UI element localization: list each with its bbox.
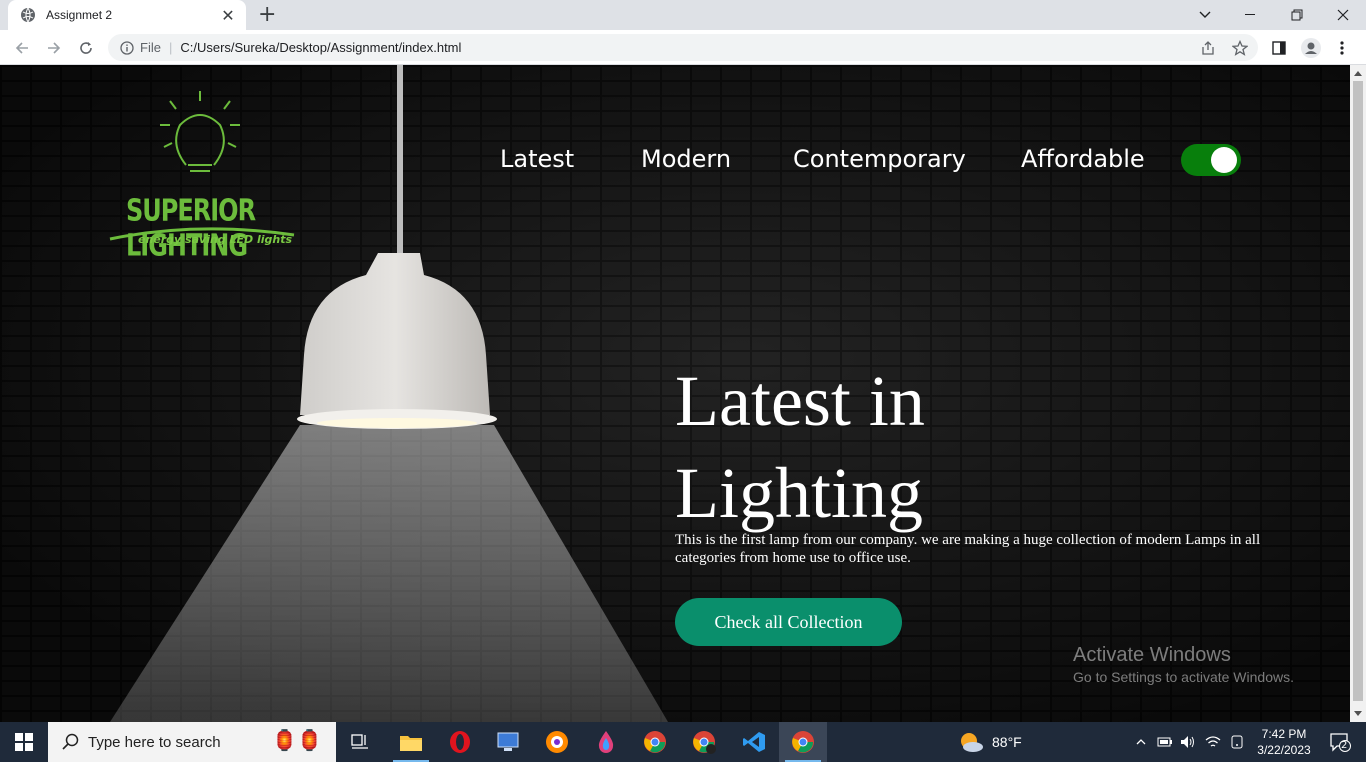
nav-link-affordable[interactable]: Affordable xyxy=(1021,145,1145,173)
battery-icon[interactable] xyxy=(1155,722,1175,762)
scroll-down-arrow-icon[interactable] xyxy=(1354,711,1362,716)
watermark-title: Activate Windows xyxy=(1073,644,1231,666)
logo-swoosh-icon xyxy=(109,227,295,241)
activate-windows-watermark: Activate Windows Go to Settings to activ… xyxy=(1073,644,1294,685)
chrome-icon[interactable] xyxy=(631,722,679,762)
address-bar[interactable]: File | C:/Users/Sureka/Desktop/Assignmen… xyxy=(108,34,1258,61)
reload-icon[interactable] xyxy=(74,36,98,60)
web-page: SUPERIOR LIGHTING energy saving LED ligh… xyxy=(0,65,1350,722)
info-icon[interactable] xyxy=(120,40,134,55)
nav-link-contemporary[interactable]: Contemporary xyxy=(793,145,966,173)
hanging-lamp-image xyxy=(110,65,668,722)
color-drop-icon[interactable] xyxy=(582,722,630,762)
browser-tab-strip: Assignmet 2 ✕ + xyxy=(0,0,1366,30)
weather-temperature: 88°F xyxy=(992,734,1022,750)
hero-description: This is the first lamp from our company.… xyxy=(675,532,1261,566)
windows-taskbar: Type here to search 🏮🏮 88°F 7:42 PM 3/22… xyxy=(0,722,1366,762)
clock-date: 3/22/2023 xyxy=(1257,743,1311,757)
show-hidden-icons-chevron-icon[interactable] xyxy=(1132,722,1150,762)
url-text[interactable]: C:/Users/Sureka/Desktop/Assignment/index… xyxy=(180,40,461,55)
watermark-subtitle: Go to Settings to activate Windows. xyxy=(1073,669,1294,685)
scroll-up-arrow-icon[interactable] xyxy=(1354,71,1362,76)
lanterns-icon: 🏮🏮 xyxy=(272,730,322,752)
tab-search-chevron-icon[interactable] xyxy=(1182,0,1228,30)
sun-cloud-icon xyxy=(961,733,983,752)
close-tab-icon[interactable]: ✕ xyxy=(220,6,236,25)
volume-icon[interactable] xyxy=(1178,722,1198,762)
clock-time: 7:42 PM xyxy=(1261,727,1307,741)
share-icon[interactable] xyxy=(1196,36,1220,60)
weather-widget[interactable]: 88°F xyxy=(958,722,1022,762)
taskbar-search-box[interactable]: Type here to search 🏮🏮 xyxy=(48,722,336,762)
site-logo[interactable]: SUPERIOR LIGHTING energy saving LED ligh… xyxy=(108,85,298,263)
search-icon xyxy=(62,733,79,750)
file-explorer-icon[interactable] xyxy=(387,722,435,762)
omnibox-separator: | xyxy=(168,40,173,55)
scheme-label: File xyxy=(140,40,161,55)
profile-avatar-icon[interactable] xyxy=(1299,36,1323,60)
hero-title-line1: Latest in xyxy=(675,361,925,441)
forward-arrow-icon[interactable] xyxy=(42,36,66,60)
notifications-icon[interactable]: 2 xyxy=(1320,722,1360,762)
toggle-knob xyxy=(1211,147,1237,173)
scrollbar-thumb[interactable] xyxy=(1353,81,1363,701)
hero-title: Latest in Lighting xyxy=(675,355,1175,539)
chrome-active-window-icon[interactable] xyxy=(779,722,827,762)
vscode-icon[interactable] xyxy=(730,722,778,762)
nav-link-latest[interactable]: Latest xyxy=(500,145,574,173)
side-panel-icon[interactable] xyxy=(1267,36,1291,60)
minimize-button[interactable] xyxy=(1228,0,1274,30)
task-view-icon[interactable] xyxy=(336,722,384,762)
taskbar-clock[interactable]: 7:42 PM 3/22/2023 xyxy=(1252,726,1316,758)
bookmark-star-icon[interactable] xyxy=(1228,36,1252,60)
page-scrollbar[interactable] xyxy=(1350,65,1366,722)
restore-button[interactable] xyxy=(1274,0,1320,30)
nav-link-modern[interactable]: Modern xyxy=(641,145,731,173)
notification-count: 2 xyxy=(1341,740,1348,751)
network-monitor-icon[interactable] xyxy=(484,722,532,762)
chrome-profile-icon[interactable] xyxy=(680,722,728,762)
opera-icon[interactable] xyxy=(436,722,484,762)
back-arrow-icon[interactable] xyxy=(10,36,34,60)
brave-icon[interactable] xyxy=(533,722,581,762)
browser-toolbar: File | C:/Users/Sureka/Desktop/Assignmen… xyxy=(0,30,1366,65)
device-icon[interactable] xyxy=(1227,722,1247,762)
globe-icon xyxy=(21,7,35,23)
search-placeholder: Type here to search xyxy=(88,733,221,751)
kebab-menu-icon[interactable] xyxy=(1330,36,1354,60)
check-collection-button[interactable]: Check all Collection xyxy=(675,598,902,646)
hero-title-line2: Lighting xyxy=(675,453,923,533)
tab-title: Assignmet 2 xyxy=(46,8,113,22)
close-window-button[interactable] xyxy=(1320,0,1366,30)
wifi-icon[interactable] xyxy=(1203,722,1223,762)
start-windows-icon[interactable] xyxy=(0,722,48,762)
theme-toggle-switch[interactable] xyxy=(1181,144,1241,176)
new-tab-button[interactable]: + xyxy=(258,2,276,27)
browser-tab[interactable]: Assignmet 2 ✕ xyxy=(8,0,246,30)
